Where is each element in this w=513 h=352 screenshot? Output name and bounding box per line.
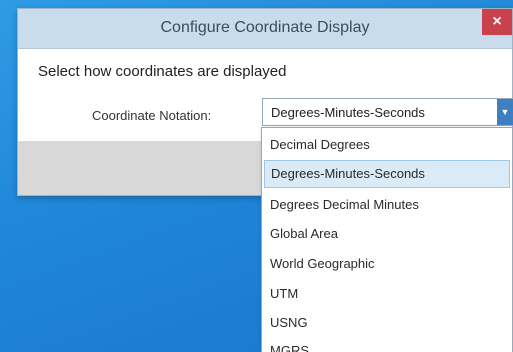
- close-button[interactable]: ×: [482, 9, 512, 35]
- dialog-titlebar[interactable]: Configure Coordinate Display ×: [18, 9, 512, 49]
- option-world-geographic[interactable]: World Geographic: [264, 250, 510, 278]
- option-degrees-minutes-seconds[interactable]: Degrees-Minutes-Seconds: [264, 160, 510, 188]
- option-mgrs[interactable]: MGRS: [264, 337, 510, 352]
- select-current-value: Degrees-Minutes-Seconds: [271, 105, 425, 120]
- coordinate-notation-dropdown-list: Decimal Degrees Degrees-Minutes-Seconds …: [261, 127, 513, 352]
- option-utm[interactable]: UTM: [264, 280, 510, 308]
- option-usng[interactable]: USNG: [264, 309, 510, 337]
- close-icon: ×: [492, 13, 502, 30]
- coordinate-notation-label: Coordinate Notation:: [92, 108, 212, 123]
- option-degrees-decimal-minutes[interactable]: Degrees Decimal Minutes: [264, 191, 510, 219]
- option-decimal-degrees[interactable]: Decimal Degrees: [264, 131, 510, 159]
- prompt-text: Select how coordinates are displayed: [38, 63, 287, 80]
- chevron-down-icon: ▼: [500, 107, 510, 117]
- dialog-title: Configure Coordinate Display: [160, 19, 370, 36]
- dropdown-arrow-button[interactable]: ▼: [497, 99, 513, 125]
- coordinate-notation-select[interactable]: Degrees-Minutes-Seconds ▼: [262, 98, 513, 126]
- option-global-area[interactable]: Global Area: [264, 220, 510, 248]
